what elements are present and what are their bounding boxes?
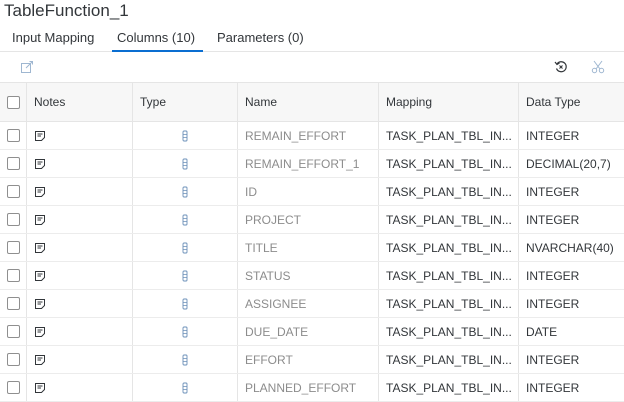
row-checkbox[interactable]: [0, 150, 26, 177]
edit-icon[interactable]: [19, 59, 35, 75]
column-type-icon: [132, 122, 237, 149]
notes-icon[interactable]: [26, 374, 132, 401]
column-type-icon: [132, 234, 237, 261]
notes-icon[interactable]: [26, 262, 132, 289]
row-checkbox[interactable]: [0, 206, 26, 233]
restore-icon[interactable]: [553, 59, 569, 75]
row-checkbox[interactable]: [0, 122, 26, 149]
column-type-icon: [132, 290, 237, 317]
table-header: Notes Type Name Mapping Data Type: [0, 83, 624, 122]
table-row[interactable]: TITLE TASK_PLAN_TBL_IN... NVARCHAR(40): [0, 234, 624, 262]
table-row[interactable]: EFFORT TASK_PLAN_TBL_IN... INTEGER: [0, 346, 624, 374]
notes-icon[interactable]: [26, 318, 132, 345]
column-type-icon: [132, 178, 237, 205]
row-checkbox[interactable]: [0, 290, 26, 317]
header-mapping[interactable]: Mapping: [378, 83, 518, 121]
tab-bar: Input Mapping Columns (10) Parameters (0…: [0, 26, 624, 52]
column-data-type: INTEGER: [526, 212, 580, 227]
column-data-type: INTEGER: [526, 352, 580, 367]
column-name: EFFORT: [245, 352, 293, 367]
column-mapping: TASK_PLAN_TBL_IN...: [386, 268, 512, 283]
notes-icon[interactable]: [26, 178, 132, 205]
column-name: TITLE: [245, 240, 278, 255]
table-row[interactable]: ASSIGNEE TASK_PLAN_TBL_IN... INTEGER: [0, 290, 624, 318]
column-type-icon: [132, 374, 237, 401]
notes-icon[interactable]: [26, 206, 132, 233]
table-row[interactable]: REMAIN_EFFORT TASK_PLAN_TBL_IN... INTEGE…: [0, 122, 624, 150]
column-data-type: INTEGER: [526, 268, 580, 283]
notes-icon[interactable]: [26, 234, 132, 261]
column-data-type: NVARCHAR(40): [526, 240, 614, 255]
column-mapping: TASK_PLAN_TBL_IN...: [386, 380, 512, 395]
row-checkbox[interactable]: [0, 346, 26, 373]
column-data-type: DATE: [526, 324, 558, 339]
header-data-type[interactable]: Data Type: [518, 83, 624, 121]
table-row[interactable]: PLANNED_EFFORT TASK_PLAN_TBL_IN... INTEG…: [0, 374, 624, 402]
table-row[interactable]: ID TASK_PLAN_TBL_IN... INTEGER: [0, 178, 624, 206]
notes-icon[interactable]: [26, 290, 132, 317]
header-notes[interactable]: Notes: [26, 83, 132, 121]
column-type-icon: [132, 206, 237, 233]
column-name: DUE_DATE: [245, 324, 309, 339]
column-name: STATUS: [245, 268, 291, 283]
column-mapping: TASK_PLAN_TBL_IN...: [386, 184, 512, 199]
page-title: TableFunction_1: [4, 1, 129, 20]
column-name: REMAIN_EFFORT: [245, 128, 347, 143]
row-checkbox[interactable]: [0, 318, 26, 345]
column-data-type: INTEGER: [526, 128, 580, 143]
notes-icon[interactable]: [26, 346, 132, 373]
column-name: ID: [245, 184, 257, 199]
row-checkbox[interactable]: [0, 262, 26, 289]
row-checkbox[interactable]: [0, 178, 26, 205]
table-body: REMAIN_EFFORT TASK_PLAN_TBL_IN... INTEGE…: [0, 122, 624, 402]
column-mapping: TASK_PLAN_TBL_IN...: [386, 352, 512, 367]
column-data-type: INTEGER: [526, 380, 580, 395]
table-row[interactable]: REMAIN_EFFORT_1 TASK_PLAN_TBL_IN... DECI…: [0, 150, 624, 178]
header-name[interactable]: Name: [237, 83, 378, 121]
column-data-type: INTEGER: [526, 184, 580, 199]
cut-icon[interactable]: [590, 59, 606, 75]
select-all-checkbox[interactable]: [0, 83, 26, 121]
column-name: PROJECT: [245, 212, 302, 227]
toolbar: [0, 53, 624, 83]
column-mapping: TASK_PLAN_TBL_IN...: [386, 156, 512, 171]
column-mapping: TASK_PLAN_TBL_IN...: [386, 240, 512, 255]
column-type-icon: [132, 346, 237, 373]
column-mapping: TASK_PLAN_TBL_IN...: [386, 296, 512, 311]
row-checkbox[interactable]: [0, 234, 26, 261]
tab-input-mapping[interactable]: Input Mapping: [12, 30, 94, 46]
column-name: PLANNED_EFFORT: [245, 380, 357, 395]
row-checkbox[interactable]: [0, 374, 26, 401]
tab-parameters[interactable]: Parameters (0): [217, 30, 304, 46]
header-type[interactable]: Type: [132, 83, 237, 121]
notes-icon[interactable]: [26, 122, 132, 149]
column-data-type: INTEGER: [526, 296, 580, 311]
column-name: ASSIGNEE: [245, 296, 307, 311]
column-type-icon: [132, 318, 237, 345]
column-data-type: DECIMAL(20,7): [526, 156, 611, 171]
tab-columns[interactable]: Columns (10): [111, 30, 204, 52]
column-mapping: TASK_PLAN_TBL_IN...: [386, 324, 512, 339]
column-name: REMAIN_EFFORT_1: [245, 156, 360, 171]
table-row[interactable]: STATUS TASK_PLAN_TBL_IN... INTEGER: [0, 262, 624, 290]
table-row[interactable]: DUE_DATE TASK_PLAN_TBL_IN... DATE: [0, 318, 624, 346]
notes-icon[interactable]: [26, 150, 132, 177]
column-type-icon: [132, 150, 237, 177]
column-mapping: TASK_PLAN_TBL_IN...: [386, 128, 512, 143]
table-row[interactable]: PROJECT TASK_PLAN_TBL_IN... INTEGER: [0, 206, 624, 234]
columns-table: Notes Type Name Mapping Data Type REMAIN…: [0, 83, 624, 402]
column-mapping: TASK_PLAN_TBL_IN...: [386, 212, 512, 227]
column-type-icon: [132, 262, 237, 289]
